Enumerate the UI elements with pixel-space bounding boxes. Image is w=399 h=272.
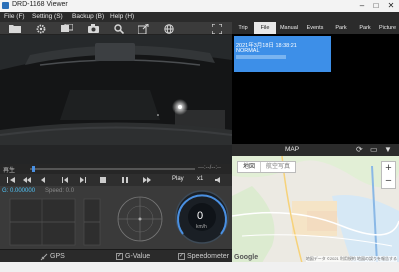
maximize-button[interactable]: □ — [369, 0, 383, 12]
camera-icon[interactable] — [86, 23, 100, 34]
skip-start-icon[interactable] — [6, 176, 16, 184]
tab-park-event[interactable]: Park event — [354, 22, 376, 43]
tab-events[interactable]: Events — [302, 22, 328, 34]
speedometer-label: Speedometer — [187, 253, 230, 260]
pause-icon[interactable] — [120, 176, 130, 184]
cards-icon[interactable] — [60, 23, 74, 34]
menu-file[interactable]: File (F) — [4, 13, 25, 20]
gps-label: GPS — [50, 253, 65, 260]
file-detail-bar — [236, 55, 286, 59]
export-icon[interactable] — [136, 23, 150, 34]
list-item[interactable]: 2021年3月18日 18:38:21 NORMAL — [234, 36, 331, 72]
menu-help[interactable]: Help (H) — [110, 13, 134, 20]
speedometer-value: 0 — [197, 210, 204, 222]
speed-value: x1 — [197, 176, 204, 182]
zoom-out-button[interactable]: − — [382, 175, 395, 188]
frame-forward-icon[interactable] — [78, 176, 88, 184]
file-type: NORMAL — [236, 48, 260, 54]
progress-bar: 再生 ---:--/--:-- — [0, 164, 232, 174]
app-icon — [2, 2, 9, 9]
bottom-tabs: GPS ✓ G-Value ✓ Speedometer — [0, 249, 232, 262]
tab-file[interactable]: File — [254, 22, 276, 34]
rewind-icon[interactable] — [22, 176, 32, 184]
window-title: DRD-1168 Viewer — [12, 1, 68, 8]
tab-trip[interactable]: Trip — [232, 22, 254, 34]
globe-icon[interactable] — [162, 23, 176, 34]
volume-icon[interactable] — [214, 176, 224, 184]
magnifier-icon[interactable] — [112, 23, 126, 34]
speedometer-unit: km/h — [196, 224, 207, 230]
status-bar — [0, 262, 399, 272]
refresh-icon[interactable]: ⟳ — [356, 145, 363, 154]
gps-tab[interactable]: GPS — [40, 251, 65, 262]
tab-manual[interactable]: Manual — [276, 22, 302, 34]
google-logo: Google — [234, 254, 259, 261]
title-bar: DRD-1168 Viewer – □ ✕ — [0, 0, 399, 12]
map-type-map[interactable]: 地図 — [238, 162, 260, 172]
menu-setting[interactable]: Setting (S) — [32, 13, 63, 20]
menu-bar: File (F) Setting (S) Backup (B) Help (H) — [0, 12, 399, 22]
folder-open-icon[interactable] — [8, 23, 22, 34]
zoom-control: + − — [381, 161, 396, 189]
satellite-icon — [40, 253, 48, 260]
speedometer-checkbox[interactable]: ✓ — [178, 253, 185, 260]
zoom-in-button[interactable]: + — [382, 162, 395, 175]
gear-icon[interactable] — [34, 23, 48, 34]
seek-thumb[interactable] — [32, 166, 35, 172]
map-view[interactable]: 地図 航空写真 + − Google 地図データ ©2021 利用規約 地図の誤… — [232, 156, 399, 263]
step-back-icon[interactable] — [38, 176, 48, 184]
fast-forward-icon[interactable] — [142, 176, 152, 184]
stop-icon[interactable] — [98, 176, 108, 184]
map-title: MAP — [284, 146, 300, 153]
minimize-button[interactable]: – — [355, 0, 369, 12]
gauge-panel: G: 0.000000 Speed: 0.0 0 km/h — [0, 186, 232, 249]
gvalue-checkbox[interactable]: ✓ — [116, 253, 123, 260]
chevron-down-icon[interactable]: ▼ — [384, 145, 392, 154]
tab-picture[interactable]: Picture — [376, 22, 399, 34]
tab-park-monitoring[interactable]: Park monitori — [328, 22, 354, 43]
file-tabs: Trip File Manual Events Park monitori Pa… — [232, 22, 399, 43]
fullscreen-icon[interactable] — [210, 23, 224, 34]
close-button[interactable]: ✕ — [384, 0, 398, 12]
frame-back-icon[interactable] — [60, 176, 70, 184]
map-header: MAP ⟳ ▭ ▼ — [232, 144, 399, 156]
map-type-toggle: 地図 航空写真 — [237, 161, 297, 173]
layers-icon[interactable]: ▭ — [370, 145, 378, 154]
speedometer-tab[interactable]: ✓ Speedometer — [178, 251, 229, 262]
gvalue-label: G-Value — [125, 253, 151, 260]
video-frame[interactable] — [0, 35, 232, 164]
toolbar — [0, 22, 232, 35]
playback-controls: Play x1 — [0, 174, 232, 186]
play-button[interactable]: Play — [172, 176, 184, 182]
playback-time: ---:--/--:-- — [198, 165, 221, 171]
menu-backup[interactable]: Backup (B) — [72, 13, 104, 20]
seek-track[interactable] — [30, 168, 195, 170]
file-list: 2021年3月18日 18:38:21 NORMAL — [232, 34, 399, 144]
gvalue-tab[interactable]: ✓ G-Value — [116, 251, 150, 262]
playback-label: 再生 — [3, 168, 16, 174]
map-type-satellite[interactable]: 航空写真 — [260, 162, 295, 172]
